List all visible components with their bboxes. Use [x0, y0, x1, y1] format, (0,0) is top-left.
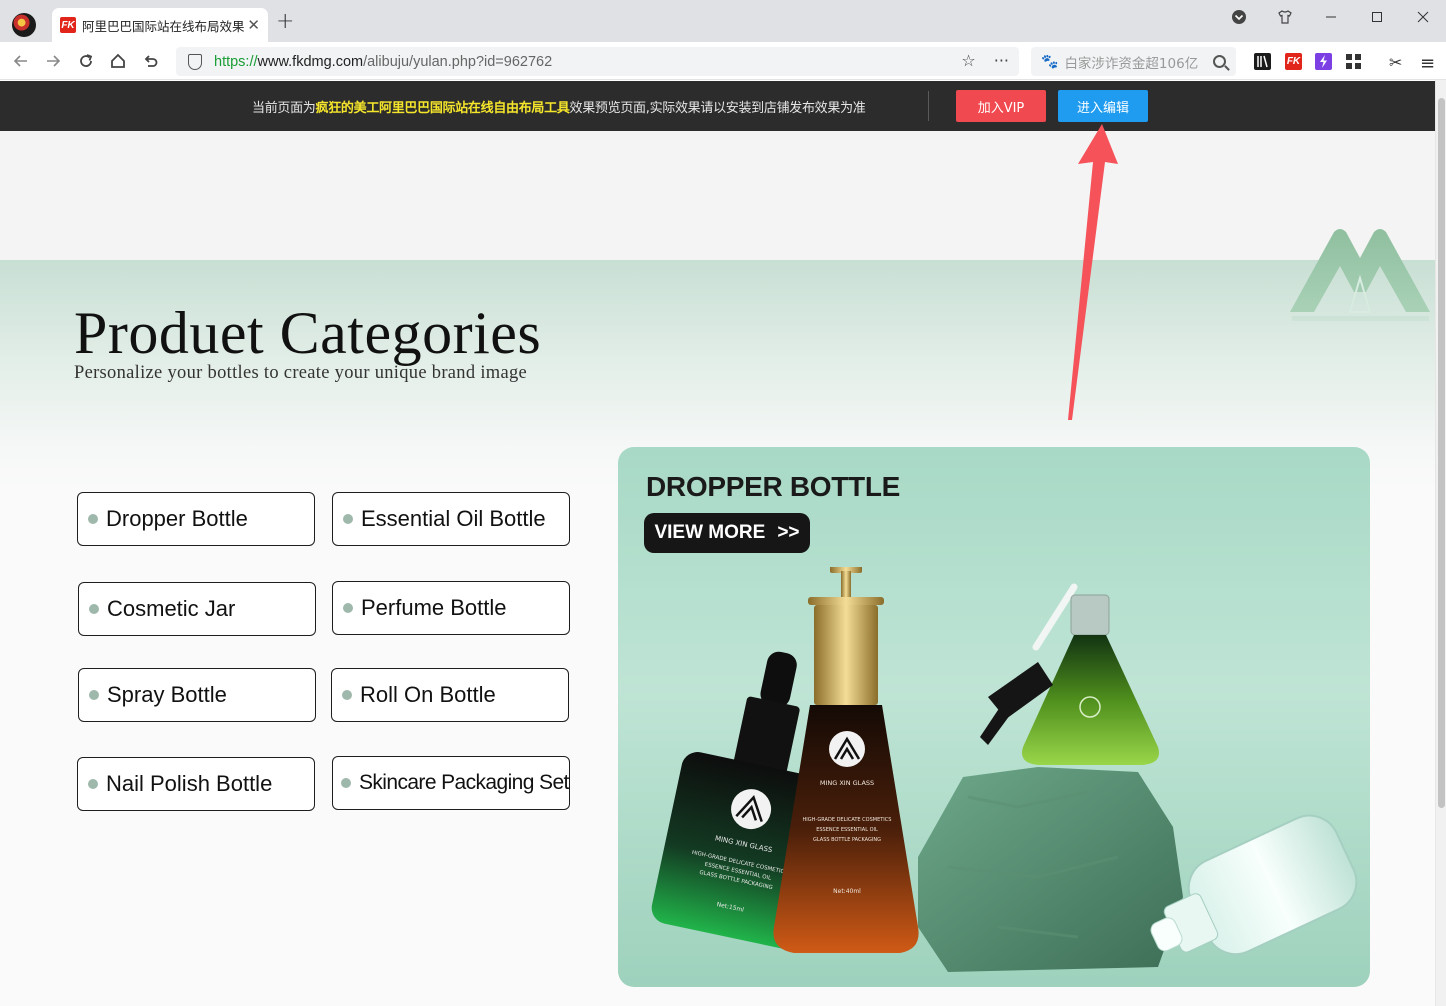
maximize-icon[interactable]	[1354, 0, 1400, 34]
category-perfume-bottle[interactable]: Perfume Bottle	[332, 581, 570, 635]
notice-text: 当前页面为疯狂的美工阿里巴巴国际站在线自由布局工具效果预览页面,实际效果请以安装…	[252, 97, 866, 116]
shield-icon[interactable]	[188, 53, 202, 70]
url-text[interactable]: https://www.fkdmg.com/alibuju/yulan.php?…	[214, 54, 552, 70]
address-bar-actions: ☆ ···	[961, 51, 1009, 70]
search-box[interactable]: 🐾 白家涉诈资金超106亿	[1031, 47, 1236, 76]
screenshot-scissors-icon[interactable]: ✂	[1389, 53, 1406, 72]
category-label: Nail Polish Bottle	[106, 771, 273, 796]
notice-prefix: 当前页面为	[252, 101, 316, 116]
bullet-dot-icon	[341, 778, 351, 788]
extension-books-icon[interactable]	[1254, 53, 1271, 70]
search-icon[interactable]	[1213, 55, 1226, 68]
feature-card-title: DROPPER BOTTLE	[646, 471, 901, 502]
more-options-icon[interactable]: ···	[994, 51, 1009, 70]
amber-bottle-copy-1: HIGH-GRADE DELICATE COSMETICS	[803, 817, 892, 823]
notice-divider	[928, 91, 929, 121]
baidu-paw-icon: 🐾	[1041, 53, 1059, 70]
bullet-dot-icon	[89, 604, 99, 614]
browser-tab-bar: FK 阿里巴巴国际站在线布局效果 ✕ +	[0, 0, 1446, 42]
category-label: Dropper Bottle	[106, 506, 248, 531]
home-icon[interactable]	[105, 48, 131, 74]
amber-bottle-copy-2: ESSENCE ESSENTIAL OIL	[816, 827, 878, 833]
category-label: Skincare Packaging Set	[359, 771, 569, 794]
scrollbar-thumb[interactable]	[1438, 98, 1445, 808]
category-label: Roll On Bottle	[360, 682, 496, 707]
category-roll-on-bottle[interactable]: Roll On Bottle	[331, 668, 569, 722]
browser-logo-icon[interactable]	[12, 13, 36, 37]
browser-tab-active[interactable]: FK 阿里巴巴国际站在线布局效果 ✕	[52, 8, 268, 42]
view-more-label: VIEW MORE	[654, 522, 766, 543]
page-content: Produet Categories Personalize your bott…	[0, 131, 1435, 1006]
undo-close-icon[interactable]	[137, 48, 163, 74]
page-subtitle: Personalize your bottles to create your …	[74, 363, 528, 383]
bullet-dot-icon	[88, 779, 98, 789]
skin-shirt-icon[interactable]	[1262, 0, 1308, 34]
account-icon[interactable]	[1216, 0, 1262, 34]
amber-bottle-brand: MING XIN GLASS	[820, 779, 874, 787]
new-tab-button[interactable]: +	[276, 11, 294, 33]
category-label: Perfume Bottle	[361, 595, 507, 620]
page-scrollbar[interactable]	[1435, 80, 1446, 1006]
category-skincare-packaging-set[interactable]: Skincare Packaging Set	[332, 756, 570, 810]
bullet-dot-icon	[343, 514, 353, 524]
bullet-dot-icon	[89, 690, 99, 700]
category-label: Essential Oil Bottle	[361, 506, 546, 531]
url-domain: www.fkdmg.com	[257, 53, 364, 70]
url-scheme: https://	[214, 53, 258, 70]
amber-bottle-net: Net:40ml	[833, 888, 861, 895]
fk-favicon-icon: FK	[60, 17, 76, 33]
page-title: Produet Categories	[74, 300, 542, 366]
feature-card-dropper-bottle[interactable]: DROPPER BOTTLE VIEW MORE >> MING XIN GLA…	[618, 447, 1370, 987]
join-vip-button[interactable]: 加入VIP	[956, 90, 1046, 122]
search-input[interactable]: 白家涉诈资金超106亿	[1064, 52, 1204, 72]
brand-mm-logo-icon	[1290, 229, 1430, 321]
category-essential-oil-bottle[interactable]: Essential Oil Bottle	[332, 492, 570, 546]
category-nail-polish-bottle[interactable]: Nail Polish Bottle	[77, 757, 315, 811]
preview-notice-bar: 当前页面为疯狂的美工阿里巴巴国际站在线自由布局工具效果预览页面,实际效果请以安装…	[0, 81, 1435, 131]
minimize-icon[interactable]	[1308, 0, 1354, 34]
extension-grid-icon[interactable]	[1345, 53, 1362, 70]
product-photo: MING XIN GLASS HIGH-GRADE DELICATE COSME…	[651, 567, 1358, 972]
tab-title: 阿里巴巴国际站在线布局效果	[82, 18, 245, 34]
main-menu-icon[interactable]: ≡	[1420, 53, 1437, 74]
notice-highlight-link[interactable]: 疯狂的美工阿里巴巴国际站在线自由布局工具	[316, 101, 570, 116]
enter-edit-button[interactable]: 进入编辑	[1058, 90, 1148, 122]
category-label: Cosmetic Jar	[107, 596, 236, 621]
top-blank-strip	[0, 131, 1435, 260]
category-label: Spray Bottle	[107, 682, 227, 707]
extension-lightning-icon[interactable]	[1315, 53, 1332, 70]
bookmark-star-icon[interactable]: ☆	[961, 51, 975, 70]
notice-suffix: 效果预览页面,实际效果请以安装到店铺发布效果为准	[569, 101, 866, 116]
address-bar[interactable]: https://www.fkdmg.com/alibuju/yulan.php?…	[176, 47, 1019, 76]
category-cosmetic-jar[interactable]: Cosmetic Jar	[78, 582, 316, 636]
back-icon[interactable]	[8, 48, 34, 74]
category-dropper-bottle[interactable]: Dropper Bottle	[77, 492, 315, 546]
window-close-icon[interactable]	[1400, 0, 1446, 34]
url-path: /alibuju/yulan.php?id=962762	[363, 53, 553, 70]
reload-icon[interactable]	[73, 48, 99, 74]
extension-fk-icon[interactable]: FK	[1285, 53, 1302, 70]
bullet-dot-icon	[88, 514, 98, 524]
forward-icon[interactable]	[40, 48, 66, 74]
browser-toolbar: https://www.fkdmg.com/alibuju/yulan.php?…	[0, 42, 1446, 80]
tab-close-icon[interactable]: ✕	[247, 16, 260, 34]
bullet-dot-icon	[342, 690, 352, 700]
amber-bottle-copy-3: GLASS BOTTLE PACKAGING	[813, 837, 881, 843]
view-more-arrows: >>	[777, 522, 800, 543]
window-controls	[1216, 0, 1446, 38]
category-spray-bottle[interactable]: Spray Bottle	[78, 668, 316, 722]
bullet-dot-icon	[343, 603, 353, 613]
view-more-button[interactable]: VIEW MORE >>	[644, 513, 810, 553]
